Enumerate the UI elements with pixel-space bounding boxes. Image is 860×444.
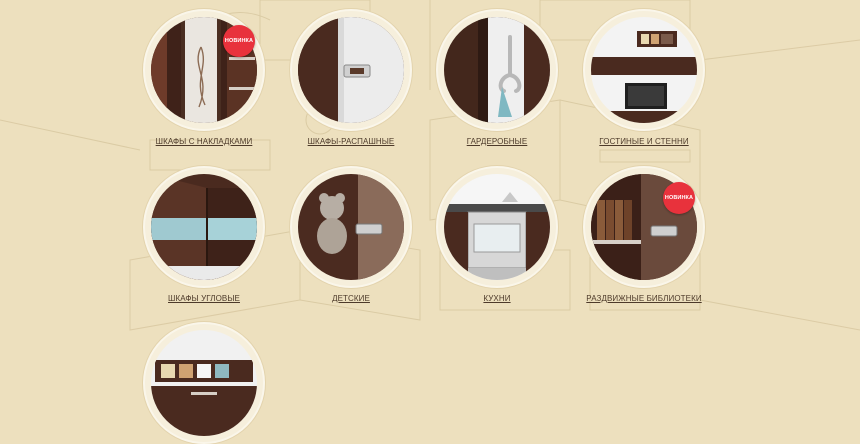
category-card-dressing-rooms[interactable]: ГАРДЕРОБНЫЕ (422, 9, 572, 149)
category-link[interactable]: РАЗДВИЖНЫЕ БИБЛИОТЕКИ (586, 294, 701, 303)
category-card-kids[interactable]: ДЕТСКИЕ (276, 166, 426, 306)
category-card-sliding-libraries[interactable]: НОВИНКА РАЗДВИЖНЫЕ БИБЛИОТЕКИ (569, 166, 719, 306)
dressing-room-image (444, 17, 550, 123)
partial-category-image (151, 330, 257, 436)
category-image-frame[interactable] (143, 322, 265, 444)
category-link[interactable]: ШКАФЫ С НАКЛАДКАМИ (156, 137, 253, 146)
category-image-frame[interactable] (290, 9, 412, 131)
corner-wardrobe-image (151, 174, 257, 280)
category-card-living-rooms[interactable]: ГОСТИНЫЕ И СТЕННИ (569, 9, 719, 149)
swing-wardrobe-image (298, 17, 404, 123)
living-room-image (591, 17, 697, 123)
category-link[interactable]: ГОСТИНЫЕ И СТЕННИ (599, 137, 688, 146)
category-card-corner-wardrobes[interactable]: ШКАФЫ УГЛОВЫЕ (129, 166, 279, 306)
category-card-kitchens[interactable]: КУХНИ (422, 166, 572, 306)
new-badge: НОВИНКА (663, 182, 695, 214)
kids-room-image (298, 174, 404, 280)
category-link[interactable]: ШКАФЫ УГЛОВЫЕ (168, 294, 240, 303)
category-image-frame[interactable] (436, 9, 558, 131)
category-image-frame[interactable]: НОВИНКА (143, 9, 265, 131)
category-image-frame[interactable] (583, 9, 705, 131)
category-link[interactable]: ГАРДЕРОБНЫЕ (467, 137, 528, 146)
new-badge: НОВИНКА (223, 25, 255, 57)
category-card-partial[interactable] (129, 322, 279, 444)
category-image-frame[interactable] (436, 166, 558, 288)
category-image-frame[interactable]: НОВИНКА (583, 166, 705, 288)
category-image-frame[interactable] (290, 166, 412, 288)
category-link[interactable]: ДЕТСКИЕ (332, 294, 370, 303)
category-link[interactable]: КУХНИ (483, 294, 510, 303)
category-card-wardrobes-overlays[interactable]: НОВИНКА ШКАФЫ С НАКЛАДКАМИ (129, 9, 279, 149)
category-card-swing-wardrobes[interactable]: ШКАФЫ-РАСПАШНЫЕ (276, 9, 426, 149)
category-image-frame[interactable] (143, 166, 265, 288)
kitchen-image (444, 174, 550, 280)
category-link[interactable]: ШКАФЫ-РАСПАШНЫЕ (308, 137, 395, 146)
